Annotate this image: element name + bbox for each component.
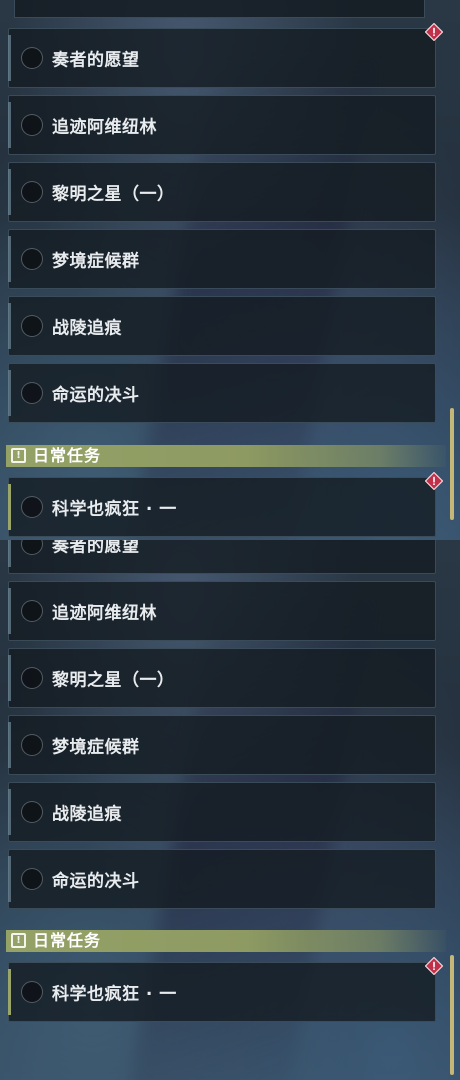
quest-status-circle-icon bbox=[21, 47, 43, 69]
quest-item-3[interactable]: 梦境症候群 bbox=[8, 715, 436, 775]
section-title: 日常任务 bbox=[33, 931, 102, 950]
section-title: 日常任务 bbox=[33, 446, 102, 465]
scrollbar-thumb[interactable] bbox=[450, 408, 454, 520]
daily-section-header[interactable]: ! 日常任务 bbox=[6, 930, 446, 952]
quest-status-circle-icon bbox=[21, 600, 43, 622]
alert-diamond-icon bbox=[425, 957, 443, 975]
quest-status-circle-icon bbox=[21, 496, 43, 518]
quest-item-2[interactable]: 黎明之星（一） bbox=[8, 162, 436, 222]
exclamation-box-icon: ! bbox=[11, 448, 26, 463]
quest-status-circle-icon bbox=[21, 667, 43, 689]
quest-label: 梦境症候群 bbox=[52, 737, 140, 758]
daily-section-header[interactable]: ! 日常任务 bbox=[6, 445, 446, 467]
quest-label: 命运的决斗 bbox=[52, 871, 140, 892]
quest-label: 命运的决斗 bbox=[52, 385, 140, 406]
quest-item-5[interactable]: 命运的决斗 bbox=[8, 363, 436, 423]
quest-label: 战陵追痕 bbox=[52, 318, 122, 339]
quest-item-1[interactable]: 追迹阿维纽林 bbox=[8, 581, 436, 641]
quest-item-0[interactable]: 奏者的愿望 bbox=[8, 540, 436, 574]
quest-label: 追迹阿维纽林 bbox=[52, 603, 157, 624]
quest-label: 黎明之星（一） bbox=[52, 670, 175, 691]
quest-label: 科学也疯狂 · 一 bbox=[52, 984, 177, 1005]
quest-item-4[interactable]: 战陵追痕 bbox=[8, 296, 436, 356]
quest-label: 梦境症候群 bbox=[52, 251, 140, 272]
quest-status-circle-icon bbox=[21, 868, 43, 890]
quest-item-5[interactable]: 命运的决斗 bbox=[8, 849, 436, 909]
quest-label: 追迹阿维纽林 bbox=[52, 117, 157, 138]
quest-list-panel-bottom: 奏者的愿望 追迹阿维纽林 黎明之星（一） 梦境症候群 战陵追痕 命运的决斗 ! … bbox=[0, 540, 460, 1080]
quest-status-circle-icon bbox=[21, 114, 43, 136]
quest-label: 黎明之星（一） bbox=[52, 184, 175, 205]
quest-label: 奏者的愿望 bbox=[52, 540, 140, 557]
quest-status-circle-icon bbox=[21, 382, 43, 404]
quest-status-circle-icon bbox=[21, 801, 43, 823]
quest-item-3[interactable]: 梦境症候群 bbox=[8, 229, 436, 289]
quest-status-circle-icon bbox=[21, 981, 43, 1003]
quest-label: 科学也疯狂 · 一 bbox=[52, 499, 177, 520]
alert-diamond-icon bbox=[425, 472, 443, 490]
exclamation-box-icon: ! bbox=[11, 933, 26, 948]
quest-item-2[interactable]: 黎明之星（一） bbox=[8, 648, 436, 708]
quest-status-circle-icon bbox=[21, 181, 43, 203]
quest-status-circle-icon bbox=[21, 734, 43, 756]
daily-quest-item-0[interactable]: 科学也疯狂 · 一 bbox=[8, 957, 443, 1022]
quest-label: 奏者的愿望 bbox=[52, 50, 140, 71]
quest-item-0[interactable]: 奏者的愿望 bbox=[8, 23, 443, 88]
daily-quest-item-0[interactable]: 科学也疯狂 · 一 bbox=[8, 472, 443, 537]
quest-status-circle-icon bbox=[21, 540, 43, 555]
quest-label: 战陵追痕 bbox=[52, 804, 122, 825]
scrollbar-thumb[interactable] bbox=[450, 955, 454, 1075]
list-item-partial[interactable] bbox=[14, 0, 425, 18]
alert-diamond-icon bbox=[425, 23, 443, 41]
quest-item-1[interactable]: 追迹阿维纽林 bbox=[8, 95, 436, 155]
quest-item-4[interactable]: 战陵追痕 bbox=[8, 782, 436, 842]
quest-list-panel-top: 奏者的愿望 追迹阿维纽林 黎明之星（一） 梦境症候群 战陵追痕 命运的决斗 ! … bbox=[0, 0, 460, 540]
quest-status-circle-icon bbox=[21, 248, 43, 270]
quest-status-circle-icon bbox=[21, 315, 43, 337]
